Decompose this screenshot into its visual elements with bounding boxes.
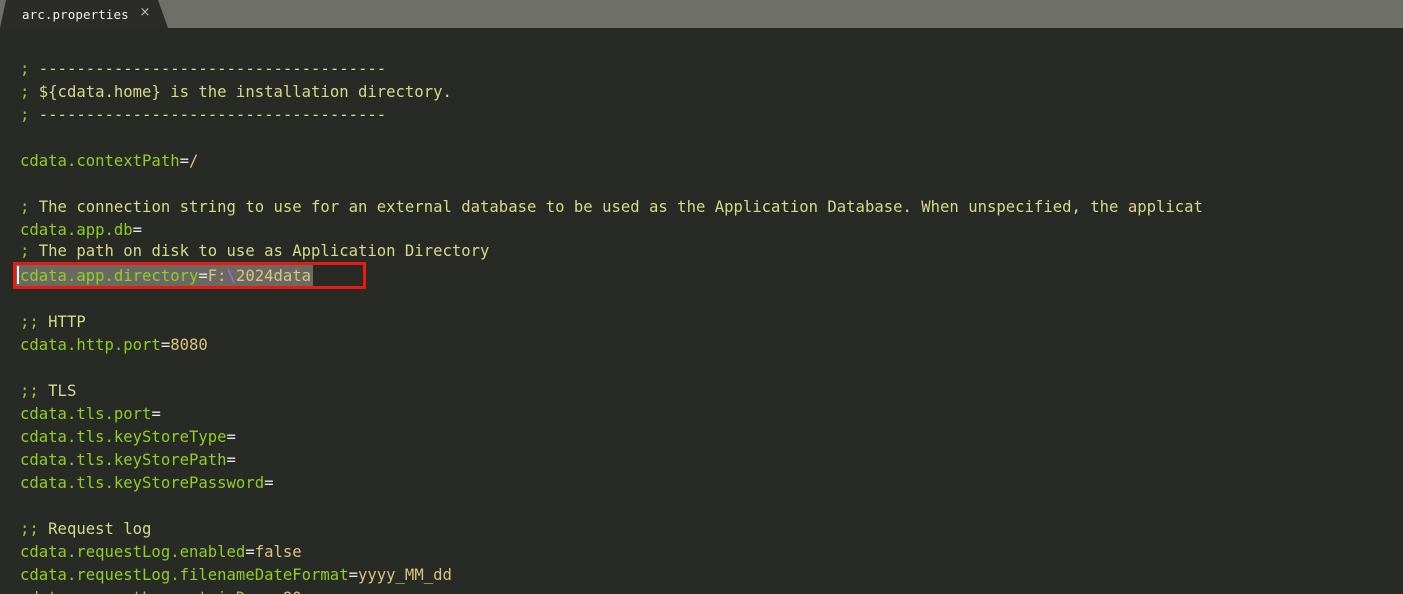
code-line: ; ------------------------------------- [20, 58, 386, 81]
comment-marker: ; [20, 242, 30, 260]
equals-sign: = [264, 474, 274, 492]
property-value-drive: F: [207, 267, 227, 285]
comment-text: ${cdata.home} is the installation direct… [29, 83, 452, 101]
property-key: cdata.requestLog.filenameDateFormat [20, 566, 349, 584]
property-key: cdata.requestLog.retainDays [20, 589, 273, 594]
code-line: cdata.contextPath=/ [20, 150, 198, 173]
code-line: ; ------------------------------------- [20, 104, 386, 127]
comment-text: The path on disk to use as Application D… [29, 242, 490, 260]
property-value-folder: 2024data [235, 267, 312, 285]
comment-marker: ; [20, 83, 30, 101]
code-line: cdata.requestLog.filenameDateFormat=yyyy… [20, 564, 452, 587]
close-icon[interactable]: × [138, 6, 152, 20]
comment-marker: ; [20, 198, 30, 216]
code-line: cdata.tls.port= [20, 403, 161, 426]
equals-sign: = [160, 336, 171, 354]
comment-marker: ;; [20, 382, 39, 400]
comment-text: Request log [38, 520, 152, 538]
code-line: ;; Request log [20, 518, 151, 541]
code-line: ; The connection string to use for an ex… [20, 196, 1203, 219]
comment-text: HTTP [38, 313, 86, 331]
property-value: false [254, 543, 302, 561]
equals-sign: = [151, 405, 161, 423]
equals-sign: = [198, 267, 208, 285]
property-value: / [189, 152, 199, 170]
comment-text: TLS [38, 382, 77, 400]
code-line: ; The path on disk to use as Application… [20, 240, 489, 263]
property-key: cdata.contextPath [20, 152, 180, 170]
property-value-escape: \ [226, 267, 236, 285]
property-key: cdata.tls.keyStoreType [20, 428, 227, 446]
code-line: cdata.tls.keyStorePassword= [20, 472, 274, 495]
equals-sign: = [348, 566, 358, 584]
code-line: cdata.tls.keyStorePath= [20, 449, 236, 472]
comment-marker: ;; [20, 313, 39, 331]
property-value: 8080 [170, 336, 208, 354]
comment-text: ------------------------------------- [29, 60, 387, 78]
code-line: cdata.tls.keyStoreType= [20, 426, 236, 449]
property-key: cdata.http.port [20, 336, 161, 354]
property-key: cdata.app.db [20, 221, 133, 239]
selected-code-line[interactable]: cdata.app.directory=F:\2024data [14, 265, 314, 288]
code-line: ;; TLS [20, 380, 76, 403]
equals-sign: = [226, 451, 236, 469]
equals-sign: = [226, 428, 236, 446]
property-key: cdata.requestLog.enabled [20, 543, 246, 561]
equals-sign: = [179, 152, 189, 170]
code-line: cdata.requestLog.enabled=false [20, 541, 302, 564]
code-line: cdata.http.port=8080 [20, 334, 208, 357]
code-line: ; ${cdata.home} is the installation dire… [20, 81, 452, 104]
comment-marker: ; [20, 106, 30, 124]
property-value: 90 [283, 589, 302, 594]
property-value: yyyy_MM_dd [357, 566, 452, 584]
comment-text: ------------------------------------- [29, 106, 387, 124]
property-key: cdata.tls.keyStorePath [20, 451, 227, 469]
property-key: cdata.tls.keyStorePassword [20, 474, 265, 492]
equals-sign: = [245, 543, 255, 561]
comment-text: The connection string to use for an exte… [29, 198, 1203, 216]
code-line: ;; HTTP [20, 311, 86, 334]
property-key: cdata.app.directory [20, 267, 199, 285]
code-line: cdata.requestLog.retainDays=90 [20, 587, 302, 594]
tab-bar: arc.properties × [0, 0, 1403, 28]
comment-marker: ;; [20, 520, 39, 538]
text-caret [17, 266, 19, 284]
code-editor[interactable]: ; -------------------------------------;… [0, 28, 1403, 594]
comment-marker: ; [20, 60, 30, 78]
equals-sign: = [273, 589, 282, 594]
tab-label: arc.properties [22, 7, 129, 22]
property-key: cdata.tls.port [20, 405, 152, 423]
code-line: cdata.app.db= [20, 219, 142, 242]
equals-sign: = [132, 221, 143, 239]
